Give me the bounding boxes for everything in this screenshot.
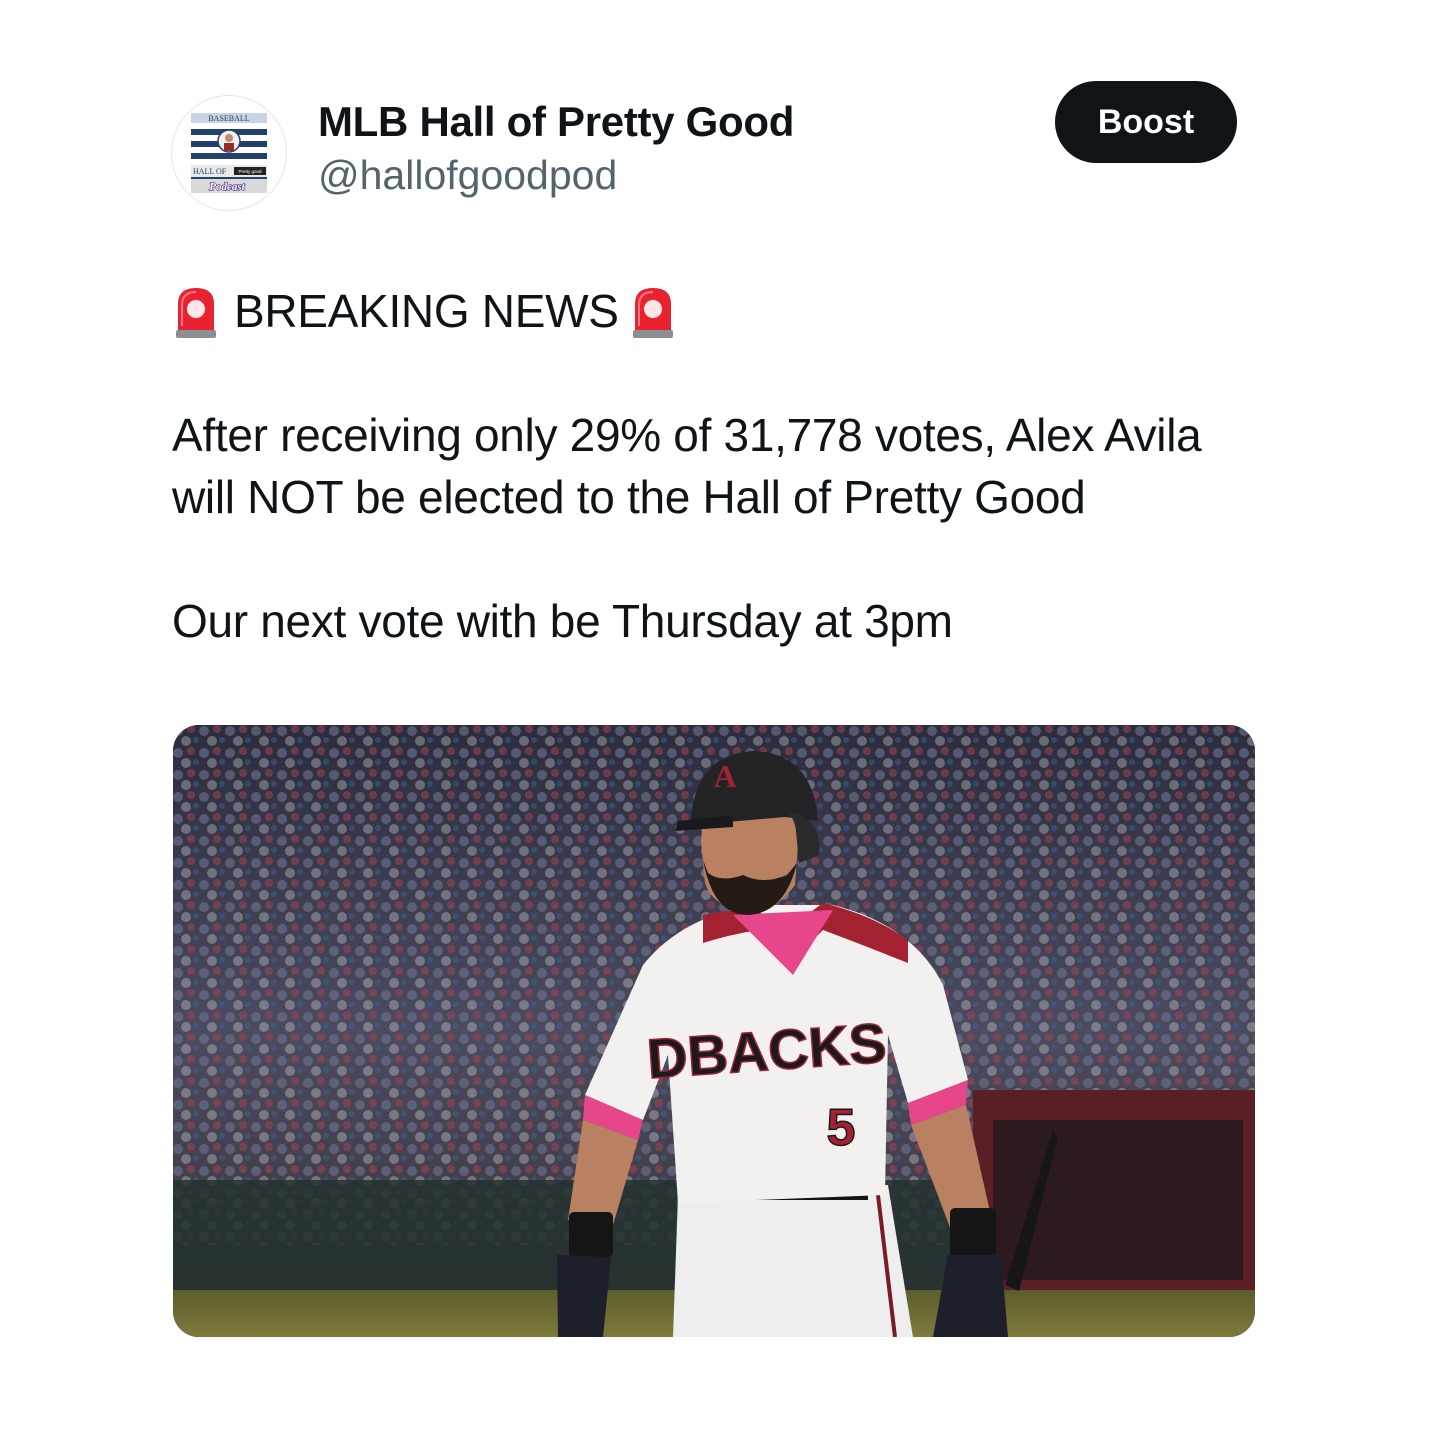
account-handle[interactable]: @hallofgoodpod [318,148,794,202]
headline-text: BREAKING NEWS [234,285,619,337]
post-image[interactable]: DBACKS 5 A [173,725,1255,1337]
avatar-top-text: BASEBALL [208,114,249,123]
avatar-bottom-text: Podcast [209,181,245,193]
account-identity: MLB Hall of Pretty Good @hallofgoodpod [318,96,794,202]
avatar-middle-text: HALL OF [193,167,227,176]
helmet-letter: A [713,758,736,794]
avatar[interactable]: BASEBALL HALL OF Pretty good Podcast [172,96,286,210]
avatar-tag-text: Pretty good [238,169,262,174]
rotating-light-icon [629,282,677,340]
post-paragraph: After receiving only 29% of 31,778 votes… [172,409,1202,523]
post-body: BREAKING NEWS After receiving only 29% o… [172,280,1272,652]
baseball-player-photo: DBACKS 5 A [173,725,1255,1337]
display-name[interactable]: MLB Hall of Pretty Good [318,96,794,148]
jersey-number: 5 [827,1099,856,1157]
boost-button[interactable]: Boost [1055,81,1237,163]
post-headline: BREAKING NEWS [172,280,1272,342]
post-paragraph: Our next vote with be Thursday at 3pm [172,595,953,647]
hall-of-pretty-good-logo: BASEBALL HALL OF Pretty good Podcast [187,111,271,195]
rotating-light-icon [172,282,220,340]
